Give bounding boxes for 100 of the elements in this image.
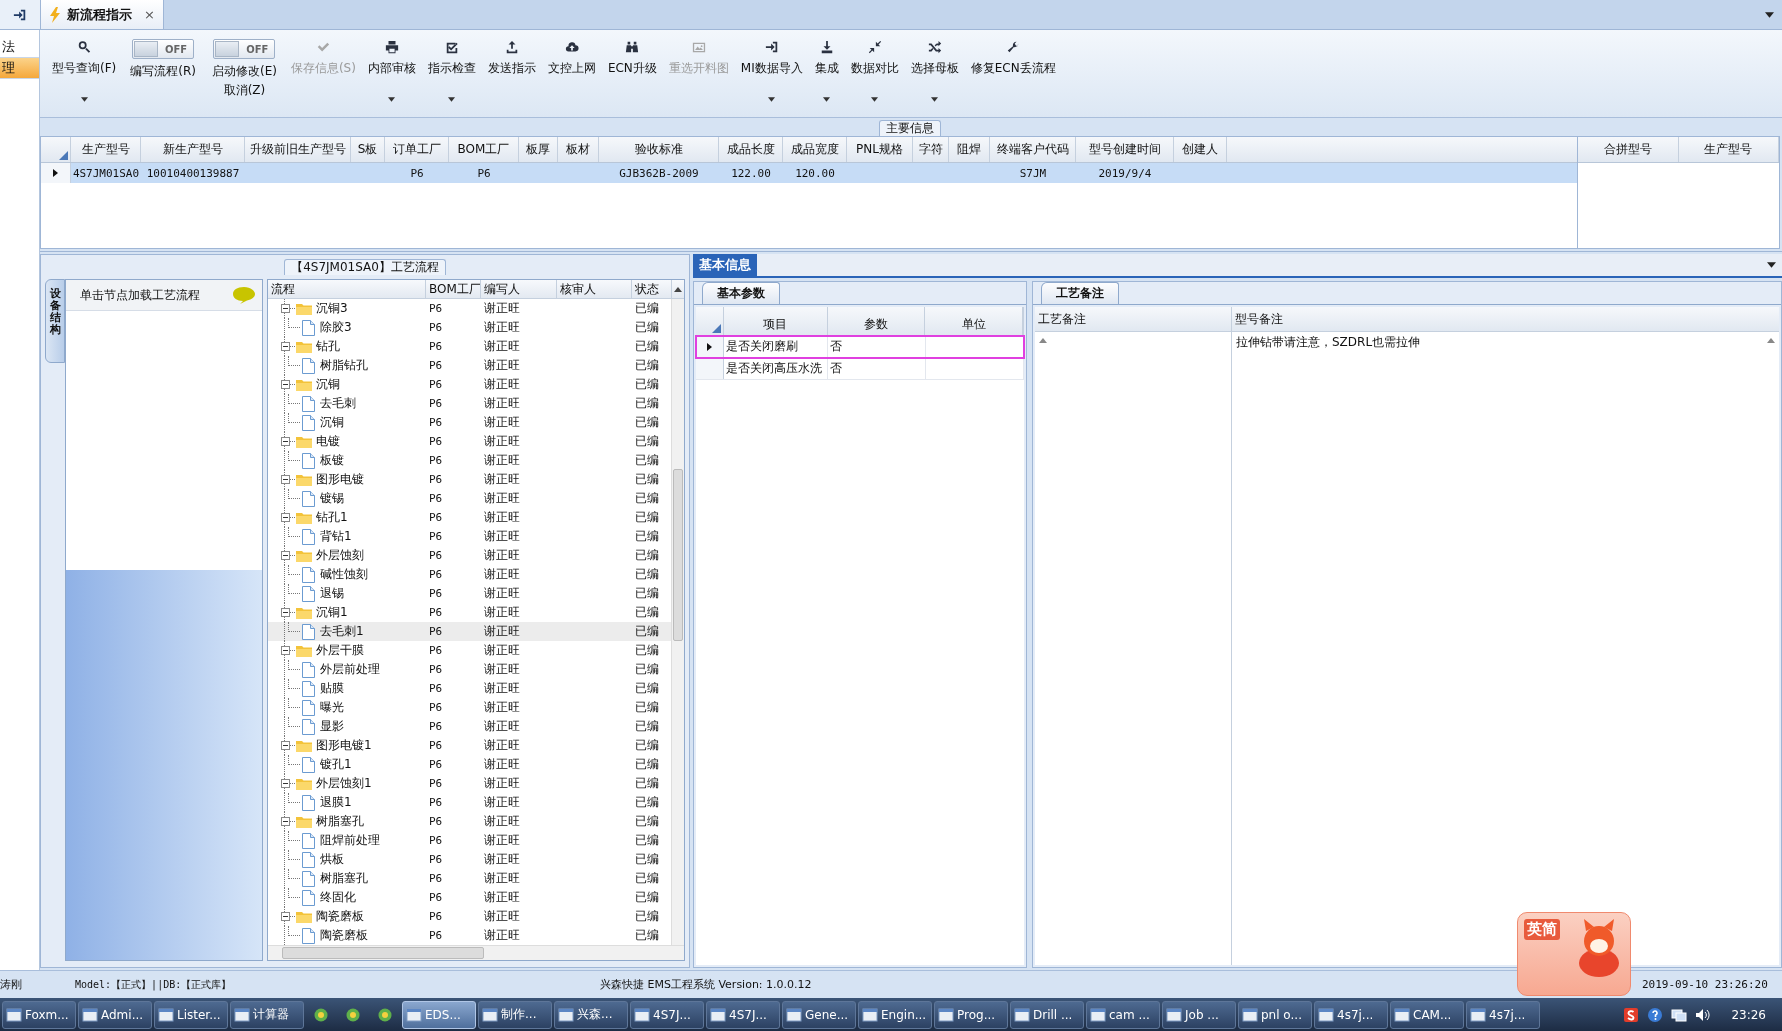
- taskbar-button[interactable]: Engin...: [858, 1000, 932, 1029]
- column-header[interactable]: 创建人: [1174, 137, 1227, 162]
- tree-row[interactable]: 除胶3 P6 谢正旺 已编: [268, 318, 671, 337]
- tree-row[interactable]: 板镀 P6 谢正旺 已编: [268, 451, 671, 470]
- tree-row[interactable]: 去毛刺 P6 谢正旺 已编: [268, 394, 671, 413]
- column-header[interactable]: 字符: [913, 137, 949, 162]
- column-header[interactable]: 生产型号: [71, 137, 141, 162]
- taskbar-button[interactable]: Gene...: [782, 1000, 856, 1029]
- tree-row[interactable]: 外层干膜 P6 谢正旺 已编: [268, 641, 671, 660]
- panel-tab[interactable]: 基本信息: [693, 254, 757, 276]
- taskbar-button[interactable]: CAM...: [1390, 1000, 1464, 1029]
- taskbar-button[interactable]: 制作...: [478, 1000, 552, 1029]
- tree-row[interactable]: 外层前处理 P6 谢正旺 已编: [268, 660, 671, 679]
- tree-row[interactable]: 外层蚀刻1 P6 谢正旺 已编: [268, 774, 671, 793]
- start-edit-toggle[interactable]: OFF: [213, 39, 276, 59]
- tree-row[interactable]: 树脂钻孔 P6 谢正旺 已编: [268, 356, 671, 375]
- collapse-icon[interactable]: [281, 741, 290, 750]
- collapse-icon[interactable]: [281, 817, 290, 826]
- sign-in-icon[interactable]: [13, 7, 27, 22]
- send-instruction-button[interactable]: 发送指示: [481, 30, 542, 116]
- tree-row[interactable]: 阻焊前处理 P6 谢正旺 已编: [268, 831, 671, 850]
- column-header[interactable]: 升级前旧生产型号: [245, 137, 351, 162]
- model-search-button[interactable]: 型号查询(F): [46, 30, 123, 116]
- tree-row[interactable]: 曝光 P6 谢正旺 已编: [268, 698, 671, 717]
- side-tab[interactable]: 设备结构: [45, 279, 65, 363]
- column-header[interactable]: 验收标准: [599, 137, 719, 162]
- table-row[interactable]: 是否关闭高压水洗 否: [696, 358, 1024, 380]
- column-header[interactable]: 板厚: [519, 137, 558, 162]
- collapse-icon[interactable]: [281, 646, 290, 655]
- nav-item[interactable]: 理: [0, 58, 39, 79]
- taskbar-button[interactable]: Drill ...: [1010, 1000, 1084, 1029]
- tree-row[interactable]: 贴膜 P6 谢正旺 已编: [268, 679, 671, 698]
- close-button[interactable]: ×: [144, 7, 155, 22]
- column-header[interactable]: 编写人: [481, 280, 557, 298]
- column-header[interactable]: 阻焊: [949, 137, 990, 162]
- ecn-upgrade-button[interactable]: ECN升级: [601, 30, 663, 116]
- panel-tab[interactable]: 基本参数: [702, 282, 780, 304]
- taskbar-button[interactable]: cam ...: [1086, 1000, 1160, 1029]
- tree-row[interactable]: 电镀 P6 谢正旺 已编: [268, 432, 671, 451]
- taskbar-button[interactable]: 计算器: [230, 1000, 304, 1029]
- write-flow-toggle[interactable]: OFF: [132, 39, 195, 59]
- column-header[interactable]: 成品长度: [719, 137, 783, 162]
- internal-review-button[interactable]: 内部审核: [361, 30, 422, 116]
- document-tab[interactable]: 新流程指示 ×: [41, 0, 164, 29]
- tree-row[interactable]: 退膜1 P6 谢正旺 已编: [268, 793, 671, 812]
- tree-row[interactable]: 树脂塞孔 P6 谢正旺 已编: [268, 869, 671, 888]
- tree-row[interactable]: 图形电镀1 P6 谢正旺 已编: [268, 736, 671, 755]
- instruction-check-button[interactable]: 指示检查: [421, 30, 482, 116]
- collapse-icon[interactable]: [281, 380, 290, 389]
- taskbar-button[interactable]: Foxm...: [2, 1000, 76, 1029]
- column-header[interactable]: 流程: [268, 280, 426, 298]
- help-icon[interactable]: [1647, 1006, 1664, 1023]
- repair-ecn-button[interactable]: 修复ECN丢流程: [964, 30, 1062, 116]
- tree-row[interactable]: 钻孔 P6 谢正旺 已编: [268, 337, 671, 356]
- tree-row[interactable]: 退锡 P6 谢正旺 已编: [268, 584, 671, 603]
- column-header[interactable]: S板: [351, 137, 385, 162]
- column-header[interactable]: 板材: [558, 137, 599, 162]
- table-row[interactable]: 是否关闭磨刷 否: [696, 336, 1024, 358]
- collapse-icon[interactable]: [281, 437, 290, 446]
- tree-row[interactable]: 镀孔1 P6 谢正旺 已编: [268, 755, 671, 774]
- tree-row[interactable]: 沉铜 P6 谢正旺 已编: [268, 375, 671, 394]
- tree-row[interactable]: 去毛刺1 P6 谢正旺 已编: [268, 622, 671, 641]
- tree-row[interactable]: 背钻1 P6 谢正旺 已编: [268, 527, 671, 546]
- column-header[interactable]: BOM工厂: [449, 137, 519, 162]
- column-header[interactable]: 新生产型号: [141, 137, 245, 162]
- tree-row[interactable]: 沉铜 P6 谢正旺 已编: [268, 413, 671, 432]
- caret-icon[interactable]: [1765, 11, 1774, 18]
- column-header[interactable]: 生产型号: [1678, 137, 1779, 162]
- tree-row[interactable]: 镀锡 P6 谢正旺 已编: [268, 489, 671, 508]
- tree-row[interactable]: 树脂塞孔 P6 谢正旺 已编: [268, 812, 671, 831]
- column-header[interactable]: 合拼型号: [1578, 137, 1679, 162]
- taskbar-button[interactable]: Admi...: [78, 1000, 152, 1029]
- column-header[interactable]: PNL规格: [847, 137, 913, 162]
- mi-import-button[interactable]: MI数据导入: [734, 30, 809, 116]
- panel-tab[interactable]: 工艺备注: [1041, 282, 1119, 304]
- taskbar-button[interactable]: 4s7j...: [1314, 1000, 1388, 1029]
- tree-row[interactable]: 显影 P6 谢正旺 已编: [268, 717, 671, 736]
- collapse-icon[interactable]: [281, 779, 290, 788]
- column-header[interactable]: 型号创建时间: [1076, 137, 1174, 162]
- taskbar-button[interactable]: 4S7J...: [630, 1000, 704, 1029]
- collapse-icon[interactable]: [281, 475, 290, 484]
- column-header[interactable]: 成品宽度: [783, 137, 847, 162]
- network-icon[interactable]: [1671, 1006, 1688, 1023]
- collapse-icon[interactable]: [281, 304, 290, 313]
- caret-icon[interactable]: [1767, 262, 1776, 268]
- scrollbar[interactable]: [671, 299, 684, 945]
- taskbar-button[interactable]: 4s7j...: [1466, 1000, 1540, 1029]
- column-header[interactable]: 状态: [632, 280, 672, 298]
- taskbar-button[interactable]: 4S7J...: [706, 1000, 780, 1029]
- tree-row[interactable]: 陶瓷磨板 P6 谢正旺 已编: [268, 907, 671, 926]
- taskbar-button[interactable]: Prog...: [934, 1000, 1008, 1029]
- taskbar-button[interactable]: Lister...: [154, 1000, 228, 1029]
- tree-row[interactable]: 终固化 P6 谢正旺 已编: [268, 888, 671, 907]
- column-header[interactable]: 终端客户代码: [990, 137, 1076, 162]
- column-header[interactable]: BOM工厂: [426, 280, 481, 298]
- tree-row[interactable]: 烘板 P6 谢正旺 已编: [268, 850, 671, 869]
- scrollbar[interactable]: [268, 945, 684, 960]
- column-header[interactable]: 核审人: [557, 280, 632, 298]
- tree-row[interactable]: 图形电镀 P6 谢正旺 已编: [268, 470, 671, 489]
- collapse-icon[interactable]: [281, 513, 290, 522]
